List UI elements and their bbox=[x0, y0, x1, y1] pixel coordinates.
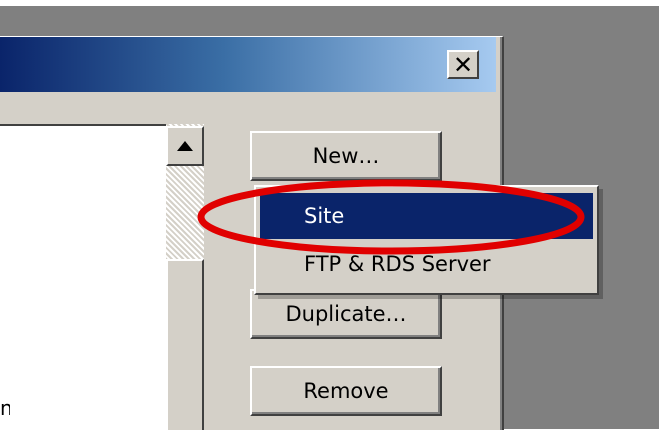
title-bar: ✕ bbox=[0, 37, 496, 92]
close-button[interactable]: ✕ bbox=[447, 50, 479, 79]
duplicate-button[interactable]: Duplicate… bbox=[250, 289, 442, 339]
scroll-thumb[interactable] bbox=[166, 259, 204, 430]
remove-button-label: Remove bbox=[303, 379, 389, 403]
close-icon: ✕ bbox=[452, 50, 474, 79]
triangle-up-icon bbox=[177, 141, 193, 151]
list-item-text: n bbox=[0, 396, 10, 420]
new-button-label: New… bbox=[312, 144, 380, 168]
duplicate-button-label: Duplicate… bbox=[285, 302, 407, 326]
scroll-up-button[interactable] bbox=[166, 126, 204, 166]
highlight-ellipse bbox=[197, 179, 585, 255]
new-button[interactable]: New… bbox=[250, 131, 442, 181]
remove-button[interactable]: Remove bbox=[250, 366, 442, 416]
